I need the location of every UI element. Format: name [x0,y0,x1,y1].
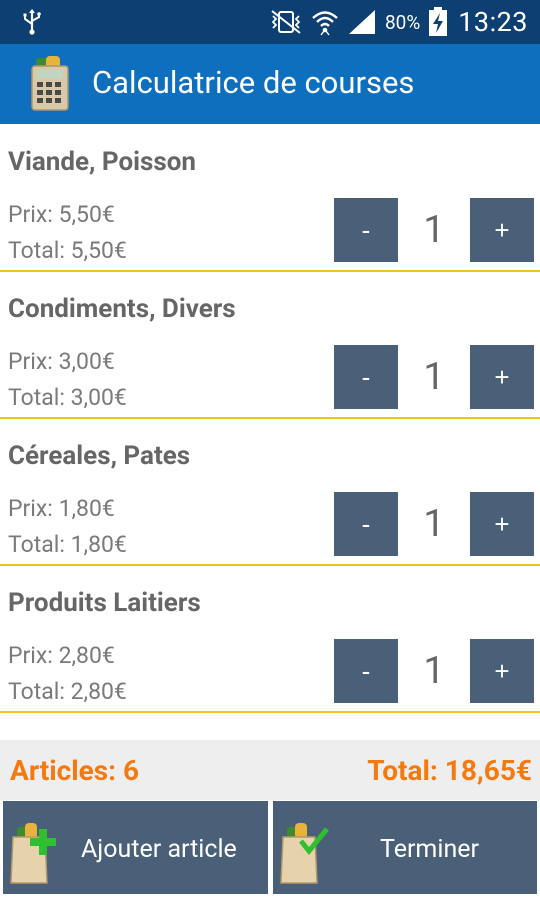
item-name: Céreales, Pates [8,441,191,471]
status-bar: 80% 13:23 [0,0,540,44]
decrease-quantity-button[interactable]: - [334,639,398,703]
quantity-value: 1 [423,355,445,399]
vibrate-mute-icon [271,10,301,34]
grocery-bag-add-icon [10,823,56,884]
item-name: Produits Laitiers [8,588,201,618]
decrease-quantity-button[interactable]: - [334,492,398,556]
summary-bar: Articles: 6 Total: 18,65€ [0,740,540,800]
increase-quantity-button[interactable]: + [470,639,534,703]
item-name: Viande, Poisson [8,147,197,177]
wifi-icon [312,11,338,36]
quantity-value: 1 [423,208,445,252]
grocery-bag-check-icon [280,823,329,884]
increase-quantity-button[interactable]: + [470,492,534,556]
add-article-label: Ajouter article [81,835,237,864]
status-indicators: 80% 13:23 [269,0,528,44]
item-price: Prix: 5,50€ [8,201,115,228]
item-name: Condiments, Divers [8,294,236,324]
list-item: Céreales, Pates Prix: 1,80€ Total: 1,80€… [0,419,540,566]
usb-icon [23,9,41,35]
add-article-button[interactable]: Ajouter article [3,801,268,894]
item-total: Total: 5,50€ [8,237,127,264]
list-item: Condiments, Divers Prix: 3,00€ Total: 3,… [0,272,540,419]
quantity-value: 1 [423,502,445,546]
battery-percent: 80% [384,10,421,34]
increase-quantity-button[interactable]: + [470,198,534,262]
battery-charging-icon [429,7,448,36]
decrease-quantity-button[interactable]: - [334,345,398,409]
item-price: Prix: 2,80€ [8,642,115,669]
item-total: Total: 2,80€ [8,678,127,705]
item-price: Prix: 1,80€ [8,495,115,522]
grand-total: Total: 18,65€ [367,754,532,787]
decrease-quantity-button[interactable]: - [334,198,398,262]
item-total: Total: 3,00€ [8,384,127,411]
clock: 13:23 [458,6,528,38]
quantity-value: 1 [423,649,445,693]
list-item: Produits Laitiers Prix: 2,80€ Total: 2,8… [0,566,540,713]
finish-label: Terminer [380,835,479,864]
item-total: Total: 1,80€ [8,531,127,558]
signal-icon [348,10,375,34]
app-title: Calculatrice de courses [92,64,415,101]
item-price: Prix: 3,00€ [8,348,115,375]
articles-count: Articles: 6 [10,754,140,787]
increase-quantity-button[interactable]: + [470,345,534,409]
list-item: Viande, Poisson Prix: 5,50€ Total: 5,50€… [0,125,540,272]
action-bar: Calculatrice de courses [0,44,540,124]
finish-button[interactable]: Terminer [273,801,537,894]
calculator-grocery-icon [31,56,69,111]
